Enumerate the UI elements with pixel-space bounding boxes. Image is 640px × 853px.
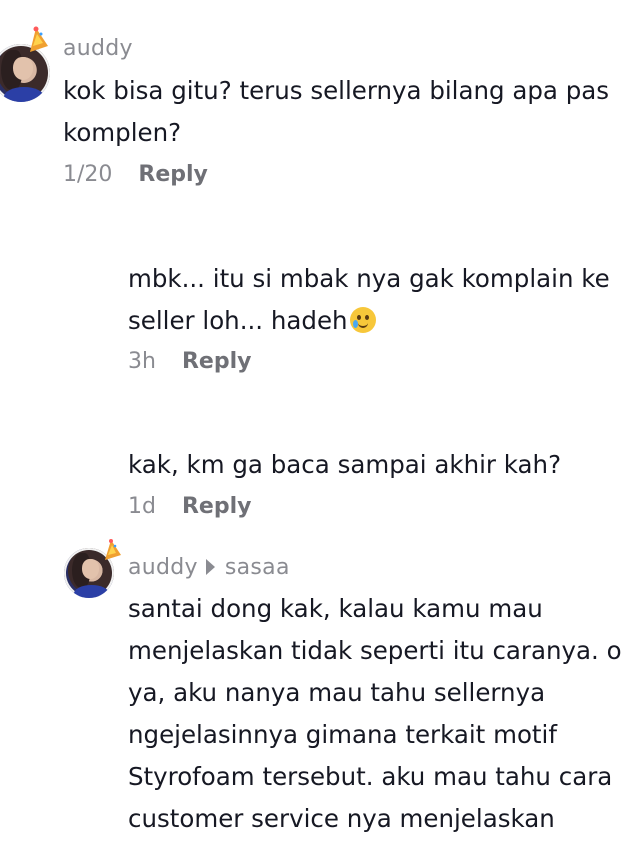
comment-text-line: ya, aku nanya mau tahu sellernya (128, 678, 546, 707)
reply-button[interactable]: Reply (138, 162, 208, 187)
party-hat-icon (105, 539, 121, 560)
avatar[interactable] (0, 26, 50, 104)
comment-text-line: komplen? (63, 118, 182, 147)
comment-meta: 1d Reply (128, 494, 251, 519)
reply-button[interactable]: Reply (182, 349, 252, 374)
comment-meta: 3h Reply (128, 349, 251, 374)
avatar[interactable] (64, 538, 124, 600)
comment-text-line: kok bisa gitu? terus sellernya bilang ap… (63, 76, 610, 105)
reply-author[interactable]: auddy (128, 555, 198, 580)
comment-text-line: customer service nya menjelaskan (128, 804, 555, 833)
comment-time: 3h (128, 349, 156, 374)
comment-text-line: Styrofoam tersebut. aku mau tahu cara (128, 762, 613, 791)
reply-button[interactable]: Reply (182, 494, 252, 519)
comment-text-line: menjelaskan tidak seperti itu caranya. o (128, 636, 622, 665)
reply-target[interactable]: sasaa (225, 555, 290, 580)
comment-username[interactable]: auddy (63, 36, 133, 61)
comment-text-line: mbk... itu si mbak nya gak komplain ke (128, 264, 610, 293)
comment-text-line: ngejelasinnya gimana terkait motif (128, 720, 557, 749)
comment-text-line: seller loh... hadeh (128, 300, 376, 342)
tear-smile-emoji-icon (349, 307, 376, 333)
comment-time: 1/20 (63, 162, 113, 187)
comment-text-line: santai dong kak, kalau kamu mau (128, 594, 543, 623)
comment-text-segment: seller loh... hadeh (128, 306, 348, 335)
party-hat-icon (30, 26, 48, 52)
comment-time: 1d (128, 494, 156, 519)
play-arrow-icon (205, 559, 215, 575)
comment-meta: 1/20 Reply (63, 162, 208, 187)
comment-username: auddy sasaa (128, 555, 290, 580)
comment-text-line: kak, km ga baca sampai akhir kah? (128, 450, 562, 479)
